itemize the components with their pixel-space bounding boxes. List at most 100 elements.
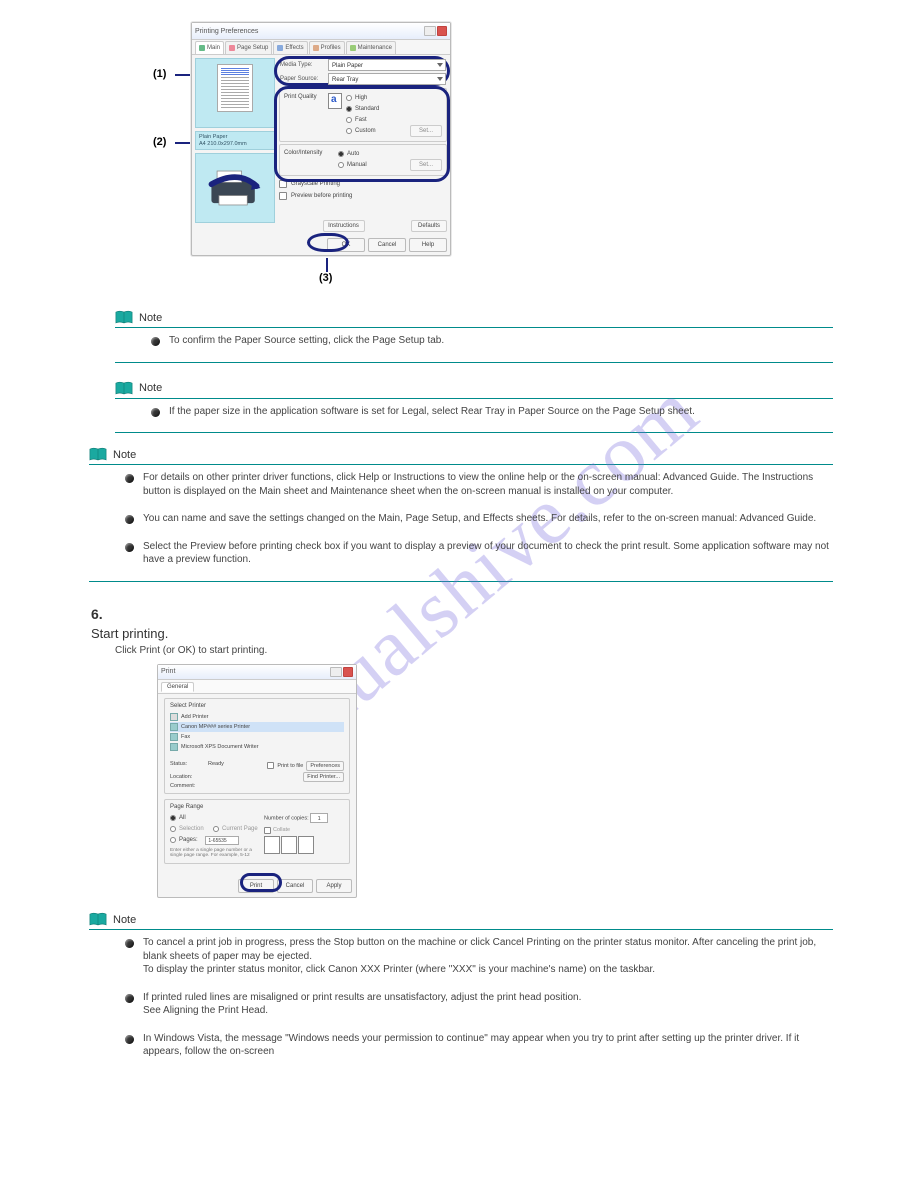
preferences-button[interactable]: Preferences <box>306 761 344 771</box>
location-label: Location: <box>170 774 192 780</box>
note-heading: Note <box>115 310 833 325</box>
tab-maintenance-label: Maintenance <box>358 45 392 51</box>
bottom-bullet-2-ref: See Aligning the Print Head. <box>143 1005 268 1016</box>
bottom-bullet-2-text: If printed ruled lines are misaligned or… <box>143 992 581 1003</box>
paper-caption: Plain Paper A4 210.0x297.0mm <box>195 131 275 150</box>
status-value: Ready <box>208 761 224 771</box>
printing-preferences-figure: (1) (2) Printing Preferences Main Page S… <box>153 22 493 256</box>
page-range-group: Page Range All Selection Current Page Pa… <box>164 799 350 865</box>
settings-panel: Media Type: Plain Paper Paper Source: Re… <box>279 58 447 232</box>
range-pages-radio[interactable]: Pages: 1-65535 <box>170 835 258 846</box>
preview-checkbox[interactable]: Preview before printing <box>279 190 447 202</box>
help-window-button[interactable] <box>330 667 342 677</box>
range-all-radio[interactable]: All <box>170 813 258 824</box>
copies-row: Number of copies: 1 <box>264 813 344 823</box>
note-heading: Note <box>115 381 833 396</box>
help-window-button[interactable] <box>424 26 436 36</box>
divider <box>115 362 833 363</box>
printer-icon <box>170 733 178 741</box>
bottom-bullet-2: If printed ruled lines are misaligned or… <box>125 991 833 1018</box>
tab-profiles[interactable]: Profiles <box>309 41 345 54</box>
note-title: Note <box>139 382 162 394</box>
print-to-file-checkbox[interactable] <box>267 762 274 769</box>
bottom-bullet-1b-text: To display the printer status monitor, c… <box>143 964 655 975</box>
collate-label: Collate <box>273 827 290 833</box>
print-dialog-title: Print <box>161 668 175 675</box>
dialog-title: Printing Preferences <box>195 28 258 35</box>
find-printer-button[interactable]: Find Printer... <box>303 772 344 782</box>
step-subtitle: Click Print (or OK) to start printing. <box>115 645 833 656</box>
tab-profiles-icon <box>313 45 319 51</box>
defaults-button[interactable]: Defaults <box>411 220 447 232</box>
tab-maintenance[interactable]: Maintenance <box>346 41 396 54</box>
printer-item-fax[interactable]: Fax <box>170 732 344 742</box>
divider <box>89 464 833 465</box>
print-cancel-button[interactable]: Cancel <box>277 879 313 893</box>
divider <box>115 432 833 433</box>
tab-effects[interactable]: Effects <box>273 41 307 54</box>
tab-general[interactable]: General <box>161 682 194 692</box>
print-dialog-titlebar: Print <box>158 665 356 680</box>
step-title: Start printing. <box>91 626 833 641</box>
printer-item-xps[interactable]: Microsoft XPS Document Writer <box>170 742 344 752</box>
close-window-button[interactable] <box>343 667 353 677</box>
print-apply-button[interactable]: Apply <box>316 879 352 893</box>
annotation-1-label: (1) <box>153 68 166 80</box>
printer-item-canon[interactable]: Canon MP### series Printer <box>170 722 344 732</box>
page-range-label: Page Range <box>170 804 344 810</box>
annotation-2-oval <box>274 86 450 182</box>
window-buttons <box>330 667 353 677</box>
tab-effects-label: Effects <box>285 45 303 51</box>
range-all-label: All <box>179 815 186 821</box>
note-icon <box>89 447 107 462</box>
note-bullet-3c: Select the Preview before printing check… <box>125 540 833 567</box>
media-type-select[interactable]: Plain Paper <box>328 59 446 71</box>
printer-item-add[interactable]: Add Printer <box>170 712 344 722</box>
pages-input[interactable]: 1-65535 <box>205 836 239 845</box>
print-dialog-figure: Print General Select Printer Add Printer… <box>157 664 833 899</box>
range-selection-label: Selection <box>179 826 204 832</box>
print-dialog-footer: Print Cancel Apply <box>158 875 356 897</box>
dialog-tabs: Main Page Setup Effects Profiles Mainten… <box>192 40 450 55</box>
bottom-bullet-3: In Windows Vista, the message "Windows n… <box>125 1032 833 1059</box>
range-pages-label: Pages: <box>179 837 198 843</box>
select-printer-label: Select Printer <box>170 703 344 709</box>
tab-pagesetup-icon <box>229 45 235 51</box>
instructions-button[interactable]: Instructions <box>323 220 365 232</box>
note-title: Note <box>113 449 136 461</box>
note-bullet-3a: For details on other printer driver func… <box>125 471 833 498</box>
paper-source-select[interactable]: Rear Tray <box>328 73 446 85</box>
preview-panel: Plain Paper A4 210.0x297.0mm <box>195 58 275 232</box>
printer-preview <box>195 153 275 223</box>
paper-preview <box>195 58 275 128</box>
divider <box>89 581 833 582</box>
bottom-bullet-1: To cancel a print job in progress, press… <box>125 936 833 977</box>
note-bullet-2: If the paper size in the application sof… <box>151 405 833 419</box>
cancel-button[interactable]: Cancel <box>368 238 406 252</box>
dialog-footer: OK Cancel Help <box>192 235 450 255</box>
note-title: Note <box>113 914 136 926</box>
printer-icon <box>170 713 178 721</box>
collate-preview-icon <box>264 836 344 854</box>
annotation-3-label: (3) <box>319 272 332 284</box>
tab-main[interactable]: Main <box>195 41 224 54</box>
preview-label: Preview before printing <box>291 193 352 199</box>
tab-page-setup[interactable]: Page Setup <box>225 41 272 54</box>
copies-spinner[interactable]: 1 <box>310 813 328 823</box>
copies-label: Number of copies: <box>264 815 309 821</box>
comment-label: Comment: <box>170 783 195 789</box>
tab-pagesetup-label: Page Setup <box>237 45 268 51</box>
note-icon <box>115 381 133 396</box>
printer-icon <box>170 743 178 751</box>
paper-size: A4 210.0x297.0mm <box>199 141 271 148</box>
note-title: Note <box>139 312 162 324</box>
divider <box>115 327 833 328</box>
range-selection-radio: Selection Current Page <box>170 824 258 835</box>
close-window-button[interactable] <box>437 26 447 36</box>
printer-item-label: Microsoft XPS Document Writer <box>181 744 259 750</box>
printing-preferences-dialog: Printing Preferences Main Page Setup Eff… <box>191 22 451 256</box>
divider <box>115 398 833 399</box>
print-dialog: Print General Select Printer Add Printer… <box>157 664 357 899</box>
help-button[interactable]: Help <box>409 238 447 252</box>
collate-checkbox <box>264 827 271 834</box>
